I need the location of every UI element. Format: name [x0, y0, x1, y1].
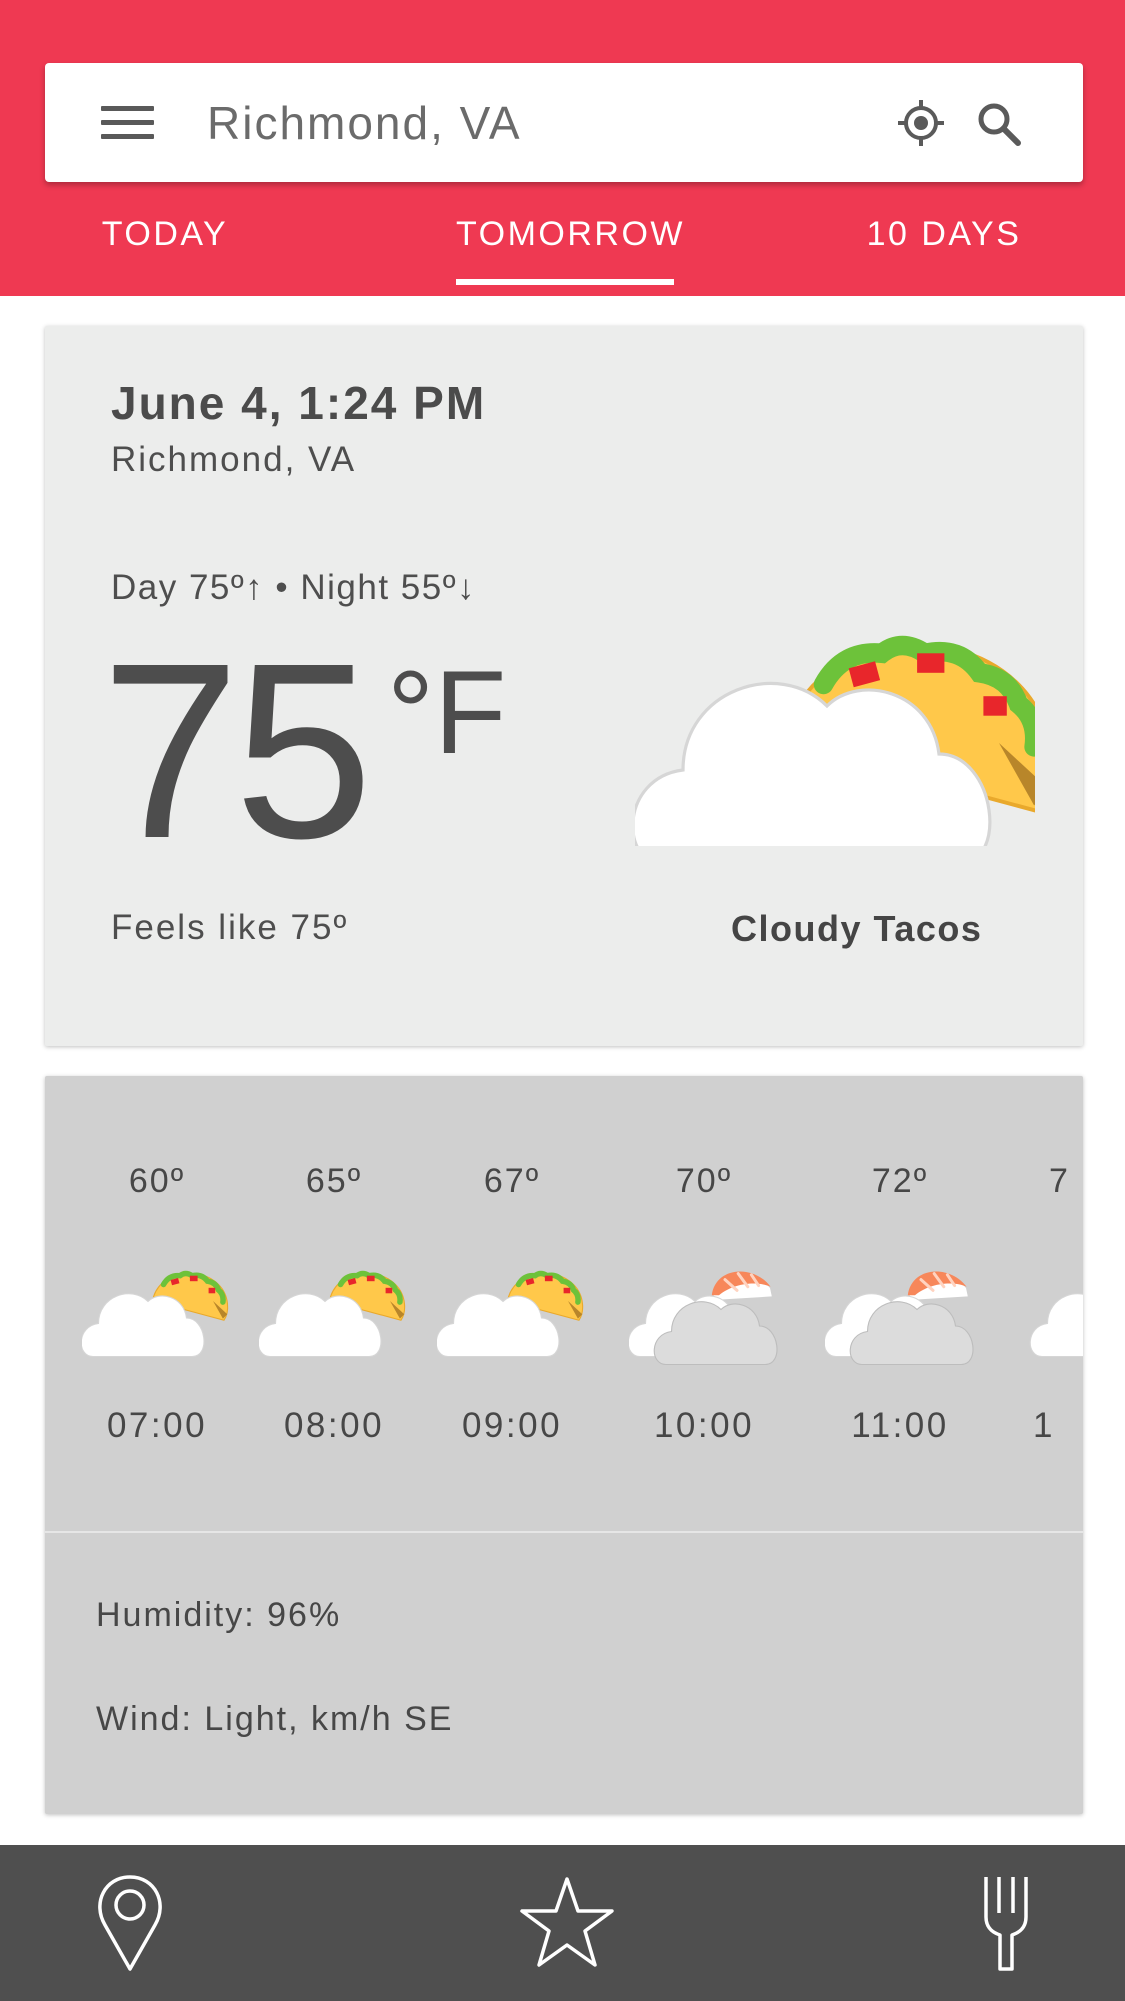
day-night-temps: Day 75º↑ • Night 55º↓ [111, 568, 477, 607]
condition-label: Cloudy Tacos [731, 908, 983, 949]
humidity: Humidity: 96% [96, 1596, 342, 1634]
hourly-temp: 72º [871, 1162, 929, 1200]
cloudy-taco-icon [259, 1256, 409, 1358]
tab-bar: TODAY TOMORROW 10 DAYS [0, 215, 1125, 285]
hourly-item: 67º 09:00 [437, 1076, 587, 1536]
star-icon[interactable] [517, 1873, 617, 1973]
hourly-item: 65º 08:00 [259, 1076, 409, 1536]
current-temperature: 75 [101, 611, 373, 890]
cloudy-sushi-icon [825, 1269, 974, 1366]
hourly-temp: 70º [675, 1162, 733, 1200]
hourly-temp: 60º [128, 1162, 186, 1200]
hourly-temp: 67º [483, 1162, 541, 1200]
date-time: June 4, 1:24 PM [111, 377, 487, 429]
hourly-item: 60º 07:00 [82, 1076, 232, 1536]
temperature-unit: °F [387, 647, 507, 779]
hourly-forecast-card: 60º 07:00 65º 08:00 67º 09:00 70º 10:00 … [45, 1076, 1083, 1814]
feels-like: Feels like 75º [111, 908, 349, 947]
hourly-time: 09:00 [461, 1406, 563, 1445]
hourly-item: 70º 10:00 [629, 1076, 779, 1536]
app-header: TODAY TOMORROW 10 DAYS [0, 0, 1125, 296]
cloudy-sushi-icon [629, 1269, 778, 1366]
cloudy-taco-icon [1029, 1293, 1083, 1358]
hourly-time: 1 [1033, 1406, 1055, 1445]
current-weather-card: June 4, 1:24 PM Richmond, VA Day 75º↑ • … [45, 326, 1083, 1046]
tab-tomorrow[interactable]: TOMORROW [456, 215, 683, 285]
bottom-navigation [0, 1845, 1125, 2001]
city-name: Richmond, VA [111, 440, 357, 479]
search-icon[interactable] [975, 100, 1023, 148]
tab-today[interactable]: TODAY [100, 215, 230, 285]
map-pin-icon[interactable] [80, 1873, 180, 1973]
hourly-item: 7 1 [1021, 1076, 1083, 1536]
fork-icon[interactable] [956, 1873, 1056, 1973]
cloudy-taco-icon [82, 1256, 232, 1358]
hourly-time: 10:00 [653, 1406, 755, 1445]
hourly-item: 72º 11:00 [825, 1076, 975, 1536]
cloudy-taco-icon [437, 1256, 587, 1358]
tab-10-days[interactable]: 10 DAYS [866, 215, 1022, 285]
wind: Wind: Light, km/h SE [96, 1700, 454, 1738]
hourly-temp: 7 [1049, 1162, 1070, 1200]
my-location-icon[interactable] [897, 99, 945, 147]
hourly-temp: 65º [305, 1162, 363, 1200]
cloudy-taco-icon [635, 606, 1035, 846]
hourly-time: 07:00 [106, 1406, 208, 1445]
hourly-time: 11:00 [851, 1406, 949, 1445]
search-input[interactable] [207, 83, 727, 163]
divider [45, 1531, 1083, 1533]
hourly-time: 08:00 [283, 1406, 385, 1445]
search-bar [45, 63, 1083, 182]
menu-icon[interactable] [101, 103, 154, 143]
